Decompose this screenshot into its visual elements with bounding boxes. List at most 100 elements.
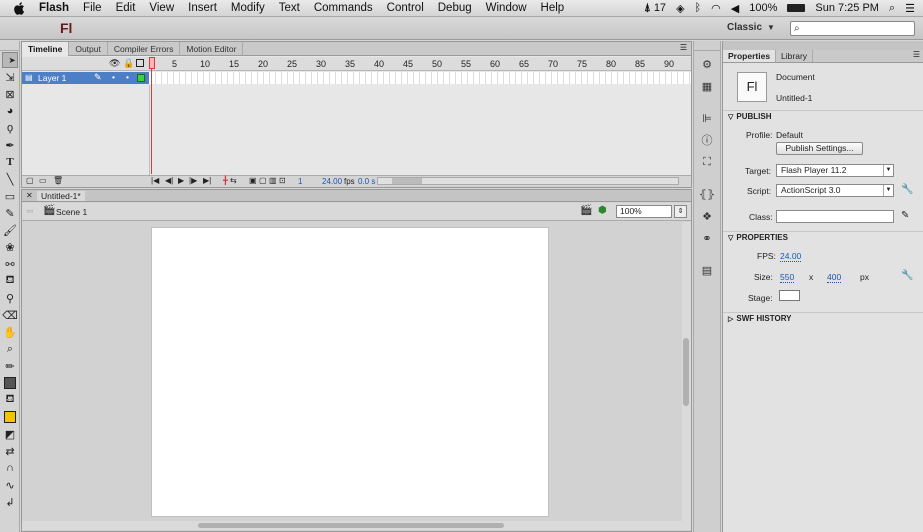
- menu-control[interactable]: Control: [380, 2, 431, 14]
- script-settings-wrench-icon[interactable]: 🔧: [901, 184, 913, 195]
- width-value[interactable]: 550: [780, 272, 795, 283]
- step-back-icon[interactable]: ◀|: [165, 176, 173, 185]
- class-input[interactable]: [776, 210, 894, 223]
- pen-tool[interactable]: ✒: [2, 137, 18, 153]
- properties-section-header[interactable]: ▽ PROPERTIES: [723, 231, 923, 243]
- help-search-input[interactable]: ⌕: [790, 21, 915, 36]
- components-button[interactable]: ❖: [698, 207, 716, 225]
- timeline-scroll-thumb[interactable]: [392, 178, 422, 184]
- publish-section-header[interactable]: ▽ PUBLISH: [723, 110, 923, 122]
- go-to-last-frame-icon[interactable]: ▶|: [203, 176, 211, 185]
- menu-text[interactable]: Text: [272, 2, 307, 14]
- script-select[interactable]: ActionScript 3.0 ▼: [776, 184, 894, 197]
- free-transform-tool[interactable]: ⊠: [2, 86, 18, 102]
- wifi-icon[interactable]: ◠: [711, 2, 721, 15]
- back-arrow-icon[interactable]: ⇦: [26, 206, 34, 217]
- dropbox-icon[interactable]: ◈: [676, 2, 684, 15]
- movie-explorer-button[interactable]: ⚭: [698, 229, 716, 247]
- subselection-tool[interactable]: ⇲: [2, 69, 18, 85]
- menu-debug[interactable]: Debug: [431, 2, 479, 14]
- properties-grip[interactable]: [723, 41, 923, 50]
- menu-edit[interactable]: Edit: [109, 2, 143, 14]
- go-to-first-frame-icon[interactable]: |◀: [151, 176, 159, 185]
- workspace-switcher[interactable]: Classic ▼: [727, 22, 775, 33]
- outline-icon[interactable]: [136, 59, 144, 67]
- menu-modify[interactable]: Modify: [224, 2, 272, 14]
- menu-file[interactable]: File: [76, 2, 109, 14]
- menu-app-name[interactable]: Flash: [32, 2, 76, 14]
- brush-tool[interactable]: 🖌: [2, 222, 18, 238]
- deco-tool[interactable]: ❀: [2, 239, 18, 255]
- swf-history-section-header[interactable]: ▷ SWF HISTORY: [723, 312, 923, 324]
- trash-icon[interactable]: 🗑: [53, 176, 63, 185]
- line-tool[interactable]: ╲: [2, 171, 18, 187]
- zoom-field[interactable]: 100%: [616, 205, 672, 218]
- stage-color-swatch[interactable]: [779, 290, 800, 301]
- playhead-handle[interactable]: [149, 57, 155, 69]
- spotlight-icon[interactable]: ⌕: [889, 2, 895, 15]
- panel-menu-icon[interactable]: ☰: [680, 42, 691, 55]
- edit-multiple-frames-icon[interactable]: ▥: [269, 176, 277, 185]
- straighten-tool[interactable]: ↲: [2, 494, 18, 510]
- project-button[interactable]: ▤: [698, 261, 716, 279]
- fps-value[interactable]: 24.00: [780, 251, 802, 262]
- layer-header[interactable]: ▤ Layer 1 ✎ • •: [22, 72, 149, 84]
- edit-scene-icon[interactable]: 🎬: [580, 205, 592, 216]
- step-forward-icon[interactable]: |▶: [189, 176, 197, 185]
- battery-status[interactable]: 100%: [749, 2, 777, 14]
- menu-help[interactable]: Help: [534, 2, 572, 14]
- bluetooth-icon[interactable]: ᛒ: [695, 2, 702, 14]
- edit-class-pencil-icon[interactable]: ✎: [901, 210, 909, 221]
- pasteboard[interactable]: [22, 222, 681, 522]
- eraser-tool[interactable]: ⌫: [2, 307, 18, 323]
- frame-rate[interactable]: 24.00: [322, 177, 342, 186]
- clock[interactable]: Sun 7:25 PM: [815, 2, 879, 14]
- menu-window[interactable]: Window: [479, 2, 534, 14]
- lasso-tool[interactable]: ϙ: [2, 120, 18, 136]
- swap-colors-tool[interactable]: ⇄: [2, 443, 18, 459]
- tab-compiler-errors[interactable]: Compiler Errors: [108, 42, 181, 56]
- eyedropper-tool[interactable]: ⚲: [2, 290, 18, 306]
- menu-insert[interactable]: Insert: [181, 2, 224, 14]
- tab-properties[interactable]: Properties: [723, 50, 777, 62]
- fill-color-swatch[interactable]: [2, 409, 18, 425]
- stroke-color-swatch[interactable]: [2, 375, 18, 391]
- zoom-stepper[interactable]: ⇕: [674, 205, 687, 218]
- stage-canvas[interactable]: [151, 227, 549, 517]
- hand-tool[interactable]: ✋: [2, 324, 18, 340]
- selection-tool[interactable]: ➤: [2, 52, 18, 68]
- menu-view[interactable]: View: [142, 2, 181, 14]
- fill-color-tool[interactable]: ⛾: [2, 392, 18, 408]
- new-layer-icon[interactable]: ▢: [26, 176, 34, 185]
- frame-ruler[interactable]: 1 5 10 15 20 25 30 35 40 45 50 55 60 65 …: [150, 57, 691, 71]
- onion-skin-icon[interactable]: ▣: [249, 176, 257, 185]
- bone-tool[interactable]: ⚯: [2, 256, 18, 272]
- size-wrench-icon[interactable]: 🔧: [901, 270, 913, 281]
- loop-icon[interactable]: ⇆: [230, 176, 237, 185]
- height-value[interactable]: 400: [827, 272, 842, 283]
- stage-vertical-scroll-thumb[interactable]: [683, 338, 689, 406]
- snap-tool[interactable]: ∩: [2, 460, 18, 476]
- apple-icon[interactable]: [12, 1, 26, 15]
- visibility-dot[interactable]: •: [112, 72, 115, 82]
- scene-name[interactable]: Scene 1: [56, 207, 87, 217]
- info-button[interactable]: ⓘ: [698, 131, 716, 149]
- 3d-rotation-tool[interactable]: ◕: [2, 103, 18, 119]
- playhead[interactable]: [149, 57, 155, 176]
- stage-horizontal-scrollbar[interactable]: [22, 521, 691, 530]
- motion-presets-button[interactable]: ⚙: [698, 55, 716, 73]
- layer-color-swatch[interactable]: [137, 74, 145, 82]
- current-frame[interactable]: 1: [298, 177, 302, 186]
- toolbox-grip[interactable]: [0, 41, 19, 51]
- paint-bucket-tool[interactable]: ⛾: [2, 273, 18, 289]
- stage-horizontal-scroll-thumb[interactable]: [198, 523, 504, 528]
- text-tool[interactable]: T: [2, 154, 18, 170]
- tab-output[interactable]: Output: [69, 42, 108, 56]
- frame-strip[interactable]: [150, 72, 691, 84]
- transform-button[interactable]: ⛶: [698, 153, 716, 171]
- play-icon[interactable]: ▶: [178, 176, 184, 185]
- tab-library[interactable]: Library: [776, 50, 814, 62]
- onion-skin-outlines-icon[interactable]: ▢: [259, 176, 267, 185]
- layer-row[interactable]: ▤ Layer 1 ✎ • •: [22, 72, 691, 84]
- code-snippets-button[interactable]: ⦃⦄: [698, 185, 716, 203]
